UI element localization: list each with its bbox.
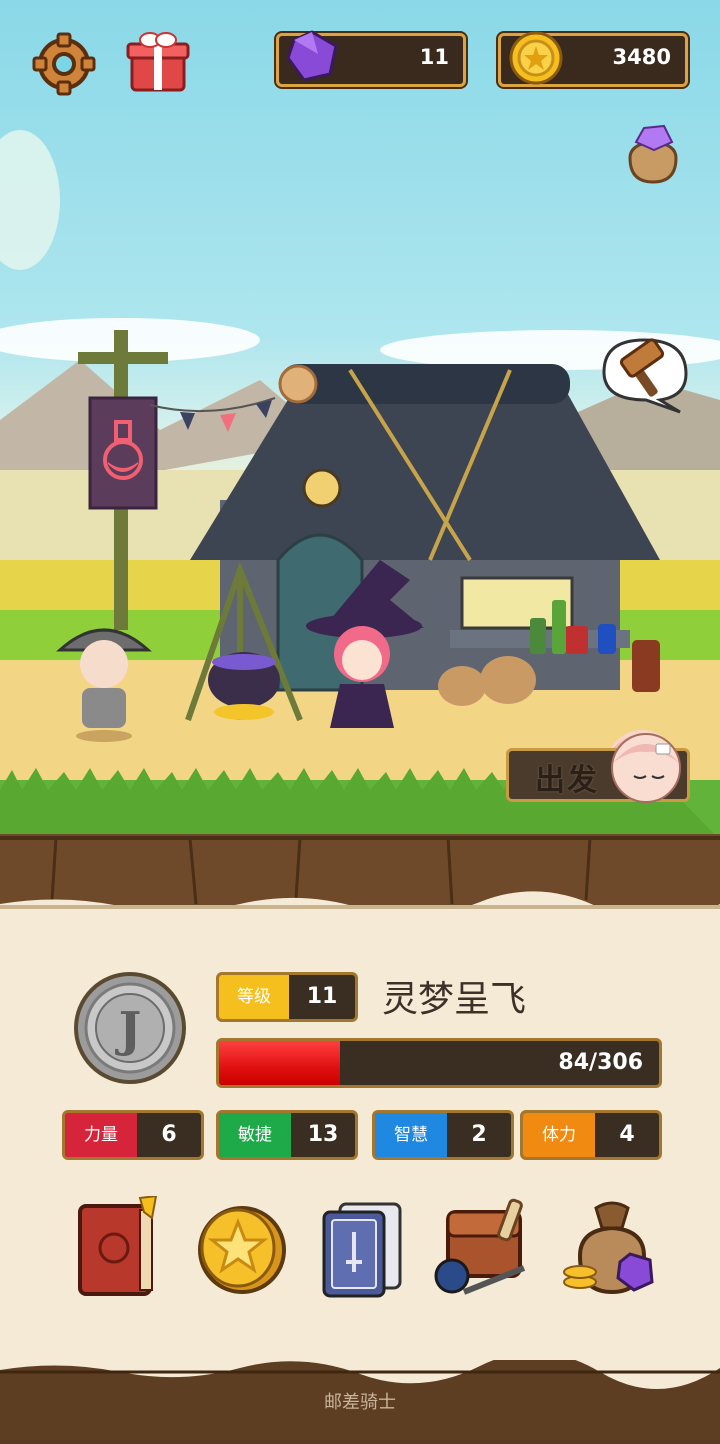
stat-value: 2 xyxy=(471,1122,487,1147)
craft-speech-bubble[interactable] xyxy=(600,334,690,416)
cards-button[interactable] xyxy=(316,1196,412,1300)
gem-bag-button[interactable] xyxy=(620,120,686,186)
hp-text: 84/306 xyxy=(558,1050,643,1075)
treasure-button[interactable] xyxy=(560,1196,660,1300)
journal-button[interactable] xyxy=(70,1194,166,1300)
character-emblem[interactable]: J xyxy=(72,970,188,1086)
level-label: 等级 xyxy=(219,975,289,1019)
stat-stamina: 体力 4 xyxy=(520,1110,662,1160)
hp-bar: 84/306 xyxy=(216,1038,662,1088)
gift-button[interactable] xyxy=(126,28,190,94)
equipment-bag-icon xyxy=(434,1198,526,1295)
hp-bar-fill xyxy=(219,1041,340,1085)
achievements-button[interactable] xyxy=(192,1196,288,1300)
game-scene: 11 3480 出发 xyxy=(0,0,720,840)
character-name: 灵梦呈飞 xyxy=(382,979,527,1020)
treasure-bag-icon xyxy=(563,1201,654,1295)
gem-bag-icon xyxy=(628,124,678,184)
dirt-divider xyxy=(0,834,720,923)
stat-wisdom: 智慧 2 xyxy=(372,1110,514,1160)
stat-value: 13 xyxy=(307,1122,339,1147)
depart-button-label: 出发 xyxy=(535,763,599,798)
stat-label: 智慧 xyxy=(375,1113,447,1157)
emblem-letter: J xyxy=(115,1002,142,1058)
potion-flask-icon xyxy=(103,420,143,480)
equipment-button[interactable] xyxy=(434,1196,538,1300)
star-coin-icon xyxy=(198,1206,286,1294)
silver-coin-icon: J xyxy=(74,972,186,1084)
gems-count: 11 xyxy=(419,45,449,69)
dirt-texture xyxy=(0,834,720,923)
journal-book-icon xyxy=(78,1194,158,1296)
game-title-label: 邮差骑士 xyxy=(324,1392,396,1413)
coin-icon xyxy=(509,31,563,85)
gem-icon xyxy=(286,30,338,82)
stat-label: 敏捷 xyxy=(219,1113,291,1157)
gear-icon xyxy=(32,32,96,96)
stat-strength: 力量 6 xyxy=(62,1110,204,1160)
settings-button[interactable] xyxy=(32,32,96,96)
stat-value: 4 xyxy=(619,1122,635,1147)
stat-agility: 敏捷 13 xyxy=(216,1110,358,1160)
stat-label: 力量 xyxy=(65,1113,137,1157)
sleeping-companion-avatar xyxy=(611,733,681,803)
stat-label: 体力 xyxy=(523,1113,595,1157)
card-deck-icon xyxy=(322,1202,402,1298)
level-value: 11 xyxy=(306,984,338,1009)
gift-icon xyxy=(126,32,190,92)
hammer-icon xyxy=(602,338,688,414)
coins-count: 3480 xyxy=(612,45,671,69)
stat-value: 6 xyxy=(161,1122,177,1147)
level-indicator: 等级 11 xyxy=(216,972,358,1022)
